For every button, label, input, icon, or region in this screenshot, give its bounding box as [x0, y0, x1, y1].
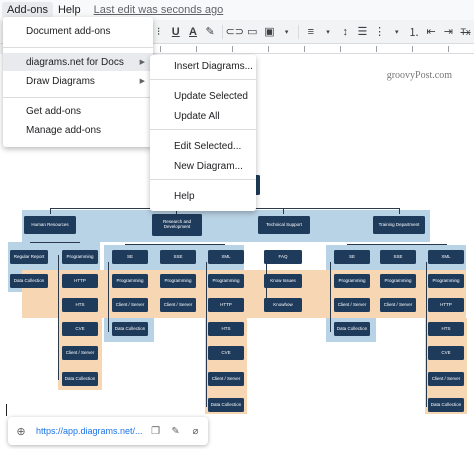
org-node[interactable]: Data Collection [428, 398, 464, 412]
menu-item-label: diagrams.net for Docs [26, 56, 124, 68]
menu-item-update-selected[interactable]: Update Selected [150, 88, 256, 104]
connector [399, 208, 400, 214]
menu-item-insert-diagrams[interactable]: Insert Diagrams... [150, 58, 256, 74]
menu-item-label: Update All [174, 110, 220, 122]
connector [125, 244, 225, 245]
connector [330, 262, 331, 332]
menu-divider [150, 179, 256, 180]
org-node[interactable]: XML [428, 250, 464, 264]
org-node[interactable]: Client / Server [160, 298, 196, 312]
org-node[interactable]: Data Collection [334, 322, 370, 336]
org-node[interactable]: CVE [62, 322, 98, 336]
org-node[interactable]: HTTP [62, 274, 98, 288]
menu-item-label: Edit Selected... [174, 140, 242, 152]
menu-item-new-diagram[interactable]: New Diagram... [150, 158, 256, 174]
org-node[interactable]: Programming [160, 274, 196, 288]
org-node[interactable]: Programming [380, 274, 416, 288]
org-node[interactable]: XML [208, 250, 244, 264]
menu-item-update-all[interactable]: Update All [150, 108, 256, 124]
org-node[interactable]: HTS [428, 322, 464, 336]
org-node-training[interactable]: Training Department [373, 216, 425, 234]
org-node[interactable]: Client / Server [112, 298, 148, 312]
org-node[interactable]: SSE [380, 250, 416, 264]
org-node[interactable]: HTTP [208, 298, 244, 312]
org-node[interactable]: Programming [428, 274, 464, 288]
submenu-arrow-icon: ▶ [139, 59, 145, 66]
menu-item-label: Manage add-ons [26, 124, 102, 136]
org-node-human-resources[interactable]: Human Resources [24, 216, 76, 234]
connector [206, 262, 207, 407]
menu-divider [150, 79, 256, 80]
menu-item-help[interactable]: Help [150, 188, 256, 204]
connector [108, 262, 109, 332]
globe-icon: ⊕ [16, 425, 26, 438]
org-node[interactable]: CVE [428, 346, 464, 360]
org-node[interactable]: Programming [334, 274, 370, 288]
menu-item-label: Document add-ons [26, 25, 111, 37]
org-node[interactable]: SSE [160, 250, 196, 264]
unlink-icon[interactable]: ⌀ [189, 424, 203, 438]
org-node[interactable]: Programming [62, 250, 98, 264]
docs-window: { "menubar": { "addons": "Add-ons", "hel… [0, 0, 474, 449]
org-node[interactable]: Client / Server [62, 346, 98, 360]
connector [30, 242, 80, 243]
org-node-technical-support[interactable]: Technical Support [258, 216, 310, 234]
menu-divider [150, 129, 256, 130]
connector [283, 208, 284, 214]
org-node[interactable]: Client / Server [428, 372, 464, 386]
org-node[interactable]: Knowhow [264, 298, 302, 312]
org-node-research[interactable]: Research and Development [152, 214, 202, 236]
org-node[interactable]: Client / Server [334, 298, 370, 312]
menu-divider [3, 97, 153, 98]
menu-item-label: Draw Diagrams [26, 75, 95, 87]
connector [50, 208, 51, 214]
menu-item-diagrams-net[interactable]: diagrams.net for Docs ▶ [3, 53, 153, 71]
org-node[interactable]: Programming [208, 274, 244, 288]
menu-item-draw-diagrams[interactable]: Draw Diagrams ▶ [3, 72, 153, 90]
org-node[interactable]: Data Collection [112, 322, 148, 336]
org-node[interactable]: SE [112, 250, 148, 264]
org-node[interactable]: Client / Server [380, 298, 416, 312]
menu-item-get-addons[interactable]: Get add-ons [3, 102, 153, 120]
org-node[interactable]: Data Collection [62, 372, 98, 386]
menu-item-document-addons[interactable]: Document add-ons [3, 22, 153, 40]
org-node[interactable]: SE [334, 250, 370, 264]
org-node[interactable]: FAQ [264, 250, 302, 264]
org-node[interactable]: Data Collection [10, 274, 48, 288]
connector [347, 244, 447, 245]
text-cursor [6, 404, 7, 416]
org-node[interactable]: Data Collection [208, 398, 244, 412]
menu-divider [3, 47, 153, 48]
org-node[interactable]: HTTP [428, 298, 464, 312]
band-top [22, 210, 430, 242]
diagrams-submenu: Insert Diagrams... Update Selected Updat… [150, 55, 256, 211]
connector [426, 262, 427, 407]
org-node[interactable]: Programming [112, 274, 148, 288]
copy-icon[interactable]: ❐ [149, 424, 163, 438]
menu-item-edit-selected[interactable]: Edit Selected... [150, 138, 256, 154]
org-node[interactable]: Client / Server [208, 372, 244, 386]
link-preview-chip: ⊕ https://app.diagrams.net/... ❐ ✎ ⌀ [8, 417, 208, 445]
org-node[interactable]: CVE [208, 346, 244, 360]
edit-icon[interactable]: ✎ [169, 424, 183, 438]
addons-menu: Document add-ons diagrams.net for Docs ▶ … [3, 17, 153, 147]
menu-item-label: Help [174, 190, 195, 202]
submenu-arrow-icon: ▶ [139, 78, 145, 85]
menu-item-label: Update Selected [174, 90, 248, 102]
menu-item-label: Get add-ons [26, 105, 82, 117]
menu-item-label: Insert Diagrams... [174, 60, 253, 72]
menu-item-label: New Diagram... [174, 160, 243, 172]
org-node[interactable]: Regular Report [10, 250, 48, 264]
connector [58, 255, 59, 380]
menu-item-manage-addons[interactable]: Manage add-ons [3, 121, 153, 139]
org-node[interactable]: Know Issues [264, 274, 302, 288]
org-node[interactable]: HTS [62, 298, 98, 312]
org-node[interactable]: HTS [208, 322, 244, 336]
link-url[interactable]: https://app.diagrams.net/... [36, 426, 143, 436]
